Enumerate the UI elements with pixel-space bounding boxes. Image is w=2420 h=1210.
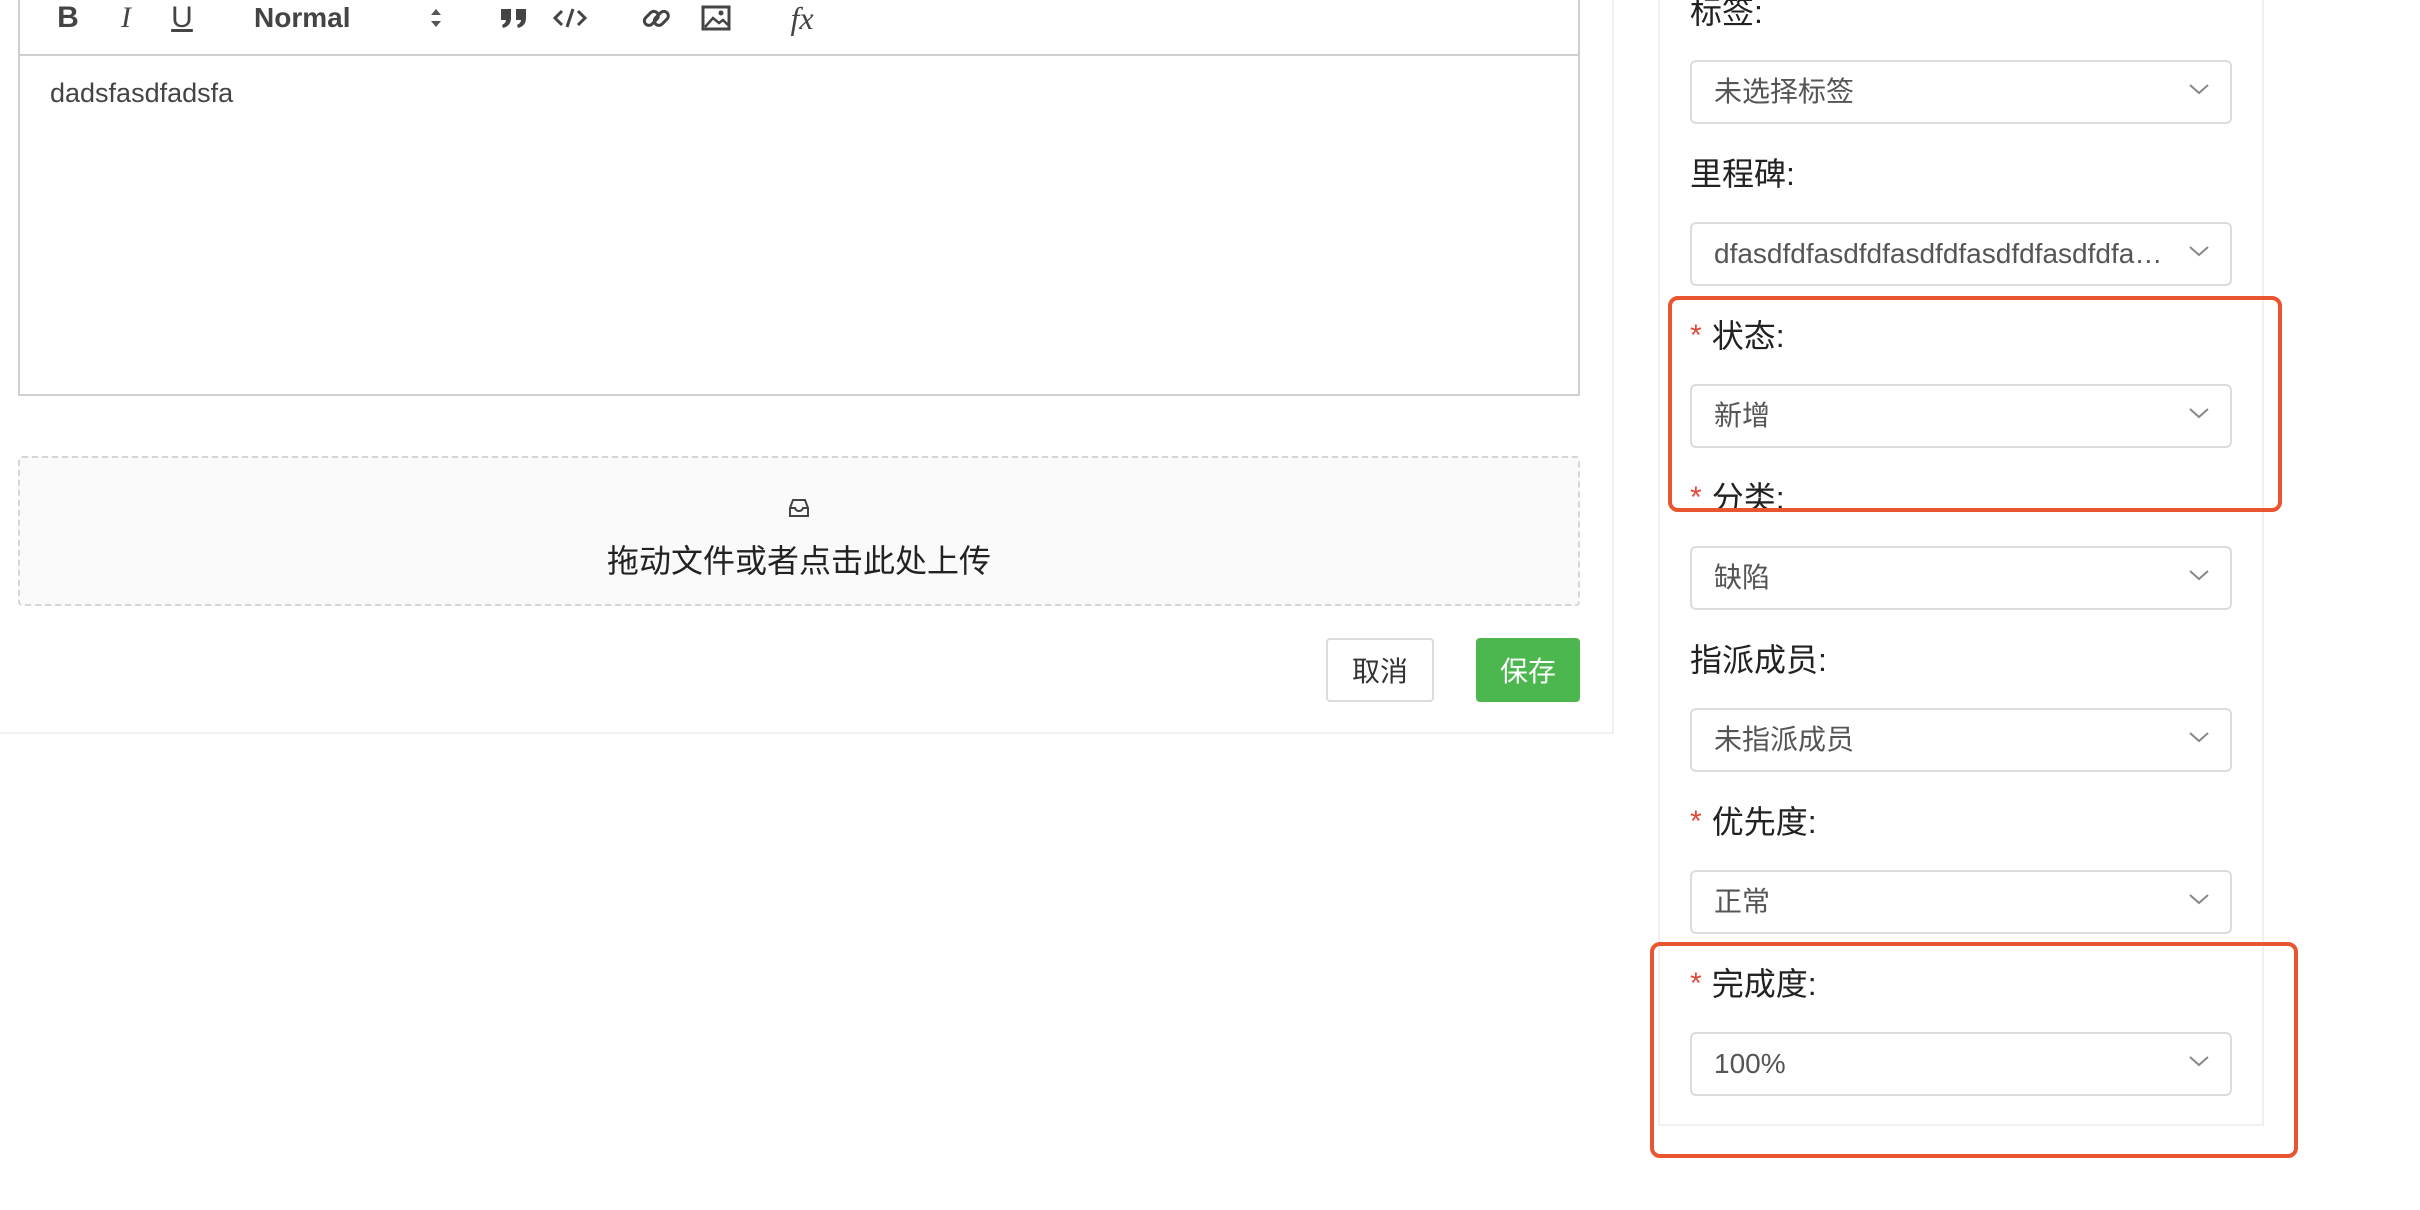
required-mark: * <box>1690 967 1702 1000</box>
upload-hint: 拖动文件或者点击此处上传 <box>606 543 991 579</box>
formula-button[interactable]: fx <box>780 0 824 38</box>
chevron-down-icon <box>2189 408 2209 419</box>
underline-icon: U <box>171 1 193 34</box>
priority-label-text: 优先度: <box>1711 804 1817 840</box>
image-icon <box>701 5 731 31</box>
heading-select[interactable]: Normal <box>254 0 444 38</box>
chevron-down-icon <box>2189 84 2209 95</box>
save-button[interactable]: 保存 <box>1476 638 1580 702</box>
assignee-select-value: 未指派成员 <box>1714 724 1855 755</box>
link-button[interactable] <box>636 0 676 38</box>
milestone-label-text: 里程碑: <box>1690 156 1795 192</box>
link-icon <box>642 9 670 27</box>
completion-label-text: 完成度: <box>1711 966 1817 1002</box>
category-select-value: 缺陷 <box>1714 562 1771 593</box>
assignee-label-text: 指派成员: <box>1690 642 1827 678</box>
issue-editor-panel: B I U Normal fx dadsfasdfadsfa 拖动文件或者点击此… <box>0 0 1614 734</box>
category-label: * 分类: <box>1690 474 1785 518</box>
tags-label: 标签: <box>1690 0 1763 32</box>
completion-select-value: 100% <box>1714 1048 1786 1079</box>
priority-label: * 优先度: <box>1690 798 1817 842</box>
milestone-select-value: dfasdfdfasdfdfasdfdfasdfdfasdfdfasdfdfas… <box>1714 238 2174 269</box>
underline-button[interactable]: U <box>164 0 200 38</box>
status-select[interactable]: 新增 <box>1690 384 2232 448</box>
priority-select[interactable]: 正常 <box>1690 870 2232 934</box>
code-block-button[interactable] <box>550 0 590 38</box>
chevron-down-icon <box>2189 732 2209 743</box>
completion-label: * 完成度: <box>1690 960 1817 1004</box>
heading-select-value: Normal <box>254 2 351 33</box>
editor-content[interactable]: dadsfasdfadsfa <box>50 78 233 109</box>
cancel-button[interactable]: 取消 <box>1326 638 1434 702</box>
status-label: * 状态: <box>1690 312 1785 356</box>
completion-select[interactable]: 100% <box>1690 1032 2232 1096</box>
tags-select[interactable]: 未选择标签 <box>1690 60 2232 124</box>
assignee-label: 指派成员: <box>1690 636 1827 680</box>
bold-icon: B <box>57 1 79 34</box>
inbox-icon <box>789 499 809 517</box>
rich-text-editor: B I U Normal fx dadsfasdfadsfa <box>18 0 1580 396</box>
chevron-down-icon <box>2189 894 2209 905</box>
blockquote-button[interactable] <box>494 0 534 38</box>
priority-select-value: 正常 <box>1714 886 1771 917</box>
image-button[interactable] <box>696 0 736 38</box>
category-select[interactable]: 缺陷 <box>1690 546 2232 610</box>
formula-icon: fx <box>790 0 814 36</box>
bold-button[interactable]: B <box>50 0 86 38</box>
milestone-select[interactable]: dfasdfdfasdfdfasdfdfasdfdfasdfdfasdfdfas… <box>1690 222 2232 286</box>
required-mark: * <box>1690 481 1702 514</box>
italic-icon: I <box>121 1 131 34</box>
status-select-value: 新增 <box>1714 400 1771 431</box>
code-icon <box>553 8 587 28</box>
updown-arrow-icon <box>431 9 441 27</box>
category-label-text: 分类: <box>1711 480 1785 516</box>
chevron-down-icon <box>2189 1056 2209 1067</box>
required-mark: * <box>1690 319 1702 352</box>
milestone-label: 里程碑: <box>1690 150 1795 194</box>
required-mark: * <box>1690 805 1702 838</box>
status-label-text: 状态: <box>1711 318 1785 354</box>
editor-toolbar: B I U Normal fx <box>20 0 1578 56</box>
file-upload-dropzone[interactable]: 拖动文件或者点击此处上传 <box>18 456 1580 606</box>
tags-label-text: 标签: <box>1690 0 1763 30</box>
chevron-down-icon <box>2189 246 2209 257</box>
quote-icon <box>501 9 526 28</box>
italic-button[interactable]: I <box>108 0 144 38</box>
assignee-select[interactable]: 未指派成员 <box>1690 708 2232 772</box>
tags-select-value: 未选择标签 <box>1714 76 1855 107</box>
chevron-down-icon <box>2189 570 2209 581</box>
